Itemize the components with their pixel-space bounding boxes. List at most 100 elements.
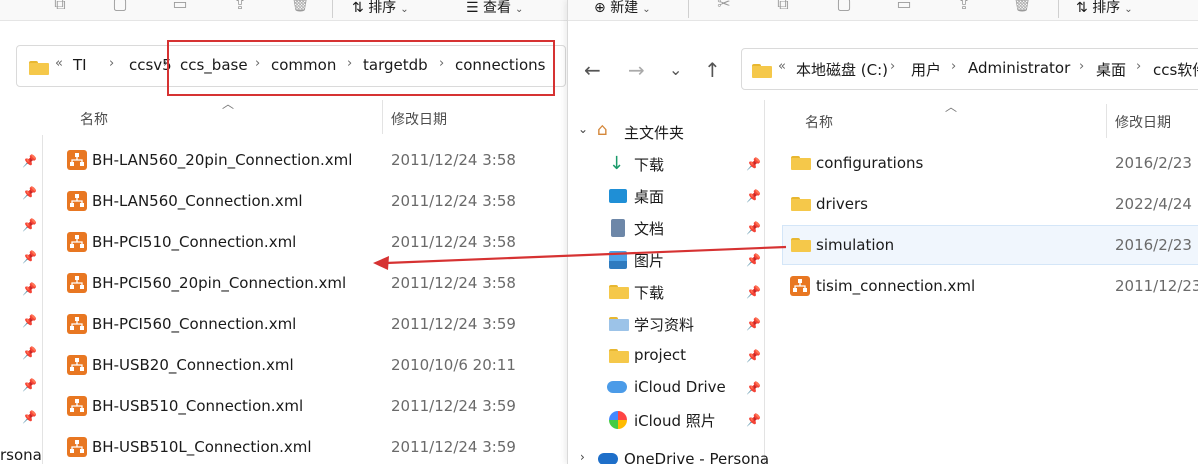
nav-item-onedrive[interactable]: › OneDrive - Persona: [568, 444, 769, 464]
nav-item-downloads-folder[interactable]: 下载 📌: [568, 276, 768, 308]
file-row[interactable]: BH-USB20_Connection.xml 2010/10/6 20:11: [60, 345, 560, 385]
column-header-name[interactable]: 名称: [80, 109, 108, 129]
sort-up-icon: ︿: [945, 100, 958, 114]
file-row[interactable]: BH-USB510L_Connection.xml 2011/12/24 3:5…: [60, 427, 560, 464]
file-row[interactable]: BH-LAN560_Connection.xml 2011/12/24 3:58: [60, 181, 560, 221]
xml-file-icon: [67, 396, 87, 416]
paste-icon[interactable]: ▢: [834, 0, 854, 14]
nav-pane-divider: [42, 135, 43, 464]
pin-icon: 📌: [746, 157, 761, 171]
file-name: BH-USB510L_Connection.xml: [92, 438, 312, 456]
column-divider[interactable]: [382, 100, 383, 134]
column-header-date[interactable]: 修改日期: [391, 109, 447, 129]
cut-icon[interactable]: ✂: [714, 0, 734, 14]
nav-label: iCloud 照片: [634, 412, 716, 430]
file-row[interactable]: BH-PCI560_Connection.xml 2011/12/24 3:59: [60, 304, 560, 344]
chevron-down-icon: ⌄: [642, 4, 651, 15]
chevron-right-icon[interactable]: ›: [890, 59, 895, 74]
delete-icon[interactable]: 🗑: [1012, 0, 1032, 14]
chevron-right-icon[interactable]: ›: [580, 450, 585, 464]
file-name: BH-PCI560_20pin_Connection.xml: [92, 274, 347, 292]
column-header-name[interactable]: 名称: [805, 112, 833, 132]
copy-icon[interactable]: ⧉: [773, 0, 793, 14]
nav-item-downloads[interactable]: ↓ 下载 📌: [568, 148, 768, 180]
right-toolbar: ⊕ 新建 ⌄ ✂ ⧉ ▢ ▭ ⇪ 🗑 ⇅ 排序 ⌄: [568, 0, 1198, 21]
folder-row[interactable]: simulation 2016/2/23 1: [782, 225, 1198, 265]
chevron-right-icon[interactable]: ›: [109, 56, 114, 71]
nav-item-desktop[interactable]: 桌面 📌: [568, 180, 768, 212]
address-bar[interactable]: « 本地磁盘 (C:) › 用户 › Administrator › 桌面 › …: [741, 48, 1198, 90]
nav-label: 文档: [634, 220, 665, 238]
folder-icon: [791, 197, 811, 211]
paste-icon[interactable]: ▢: [110, 0, 130, 14]
sort-button[interactable]: ⇅ 排序 ⌄: [1076, 0, 1133, 17]
breadcrumb-local-disk[interactable]: 本地磁盘 (C:): [796, 59, 888, 80]
copy-icon[interactable]: ⧉: [50, 0, 70, 14]
delete-icon[interactable]: 🗑: [290, 0, 310, 14]
folder-icon: [29, 61, 49, 75]
file-row[interactable]: tisim_connection.xml 2011/12/23: [782, 266, 1198, 306]
breadcrumb-users[interactable]: 用户: [911, 59, 941, 80]
item-name: configurations: [816, 154, 924, 172]
left-explorer-window: ⧉ ▢ ▭ ⇪ 🗑 ⇅ 排序 ⌄ ☰ 查看 ⌄ « TI › ccsv5 › ccs…: [0, 0, 567, 464]
nav-item-study-materials[interactable]: 学习资料 📌: [568, 308, 768, 340]
new-button[interactable]: ⊕ 新建 ⌄: [594, 0, 651, 17]
column-divider[interactable]: [1106, 104, 1107, 138]
picture-icon: [609, 251, 627, 269]
xml-file-icon: [67, 273, 87, 293]
plus-icon: ⊕: [594, 0, 606, 16]
xml-file-icon: [790, 276, 810, 296]
file-date: 2011/12/24 3:59: [391, 315, 516, 333]
item-name: simulation: [816, 236, 895, 254]
sort-label: 排序: [1092, 0, 1121, 16]
recent-chevron-icon[interactable]: ⌄: [669, 60, 682, 79]
chevron-right-icon[interactable]: ›: [1079, 59, 1084, 74]
item-date: 2016/2/23 1: [1115, 236, 1198, 254]
rename-icon[interactable]: ▭: [894, 0, 914, 14]
xml-file-icon: [67, 355, 87, 375]
file-row[interactable]: BH-USB510_Connection.xml 2011/12/24 3:59: [60, 386, 560, 426]
back-arrow-icon[interactable]: ←: [584, 58, 601, 82]
breadcrumb-ti[interactable]: TI: [73, 56, 87, 74]
nav-label: 学习资料: [634, 316, 695, 334]
nav-label: 主文件夹: [624, 124, 685, 142]
file-row[interactable]: BH-PCI510_Connection.xml 2011/12/24 3:58: [60, 222, 560, 262]
pin-icon: 📌: [22, 378, 37, 392]
pin-icon: 📌: [746, 413, 761, 427]
file-date: 2011/12/24 3:58: [391, 192, 516, 210]
sort-button[interactable]: ⇅ 排序 ⌄: [352, 0, 409, 17]
up-arrow-icon[interactable]: ↑: [704, 58, 721, 82]
rename-icon[interactable]: ▭: [170, 0, 190, 14]
nav-item-icloud-photos[interactable]: iCloud 照片 📌: [568, 404, 768, 436]
toolbar-divider: [1058, 0, 1059, 18]
file-name: BH-LAN560_Connection.xml: [92, 192, 303, 210]
share-icon[interactable]: ⇪: [954, 0, 974, 14]
nav-item-documents[interactable]: 文档 📌: [568, 212, 768, 244]
nav-label: project: [634, 346, 687, 364]
folder-row[interactable]: configurations 2016/2/23 1: [782, 143, 1198, 183]
chevron-right-icon[interactable]: ›: [1136, 59, 1141, 74]
nav-item-project[interactable]: project 📌: [568, 340, 768, 372]
overflow-chevron-icon[interactable]: «: [778, 59, 786, 74]
chevron-right-icon[interactable]: ›: [951, 59, 956, 74]
column-header-date[interactable]: 修改日期: [1115, 112, 1171, 132]
overflow-chevron-icon[interactable]: «: [55, 56, 63, 71]
folder-row[interactable]: drivers 2022/4/24 1: [782, 184, 1198, 224]
home-icon: ⌂: [597, 120, 608, 140]
breadcrumb-desktop[interactable]: 桌面: [1096, 59, 1126, 80]
nav-item-onedrive-partial[interactable]: rsona: [0, 446, 42, 464]
file-row[interactable]: BH-PCI560_20pin_Connection.xml 2011/12/2…: [60, 263, 560, 303]
view-button[interactable]: ☰ 查看 ⌄: [466, 0, 523, 17]
pin-icon: 📌: [22, 410, 37, 424]
breadcrumb-administrator[interactable]: Administrator: [968, 59, 1070, 77]
breadcrumb-ccs-software[interactable]: ccs软件: [1153, 59, 1198, 80]
share-icon[interactable]: ⇪: [230, 0, 250, 14]
nav-item-icloud-drive[interactable]: iCloud Drive 📌: [568, 372, 768, 404]
nav-label: 下载: [634, 284, 665, 302]
file-row[interactable]: BH-LAN560_20pin_Connection.xml 2011/12/2…: [60, 140, 560, 180]
nav-item-home[interactable]: ⌄ ⌂ 主文件夹: [568, 116, 768, 148]
forward-arrow-icon[interactable]: →: [628, 58, 645, 82]
nav-item-pictures[interactable]: 图片 📌: [568, 244, 768, 276]
chevron-down-icon[interactable]: ⌄: [578, 122, 588, 136]
nav-label: 下载: [634, 156, 665, 174]
